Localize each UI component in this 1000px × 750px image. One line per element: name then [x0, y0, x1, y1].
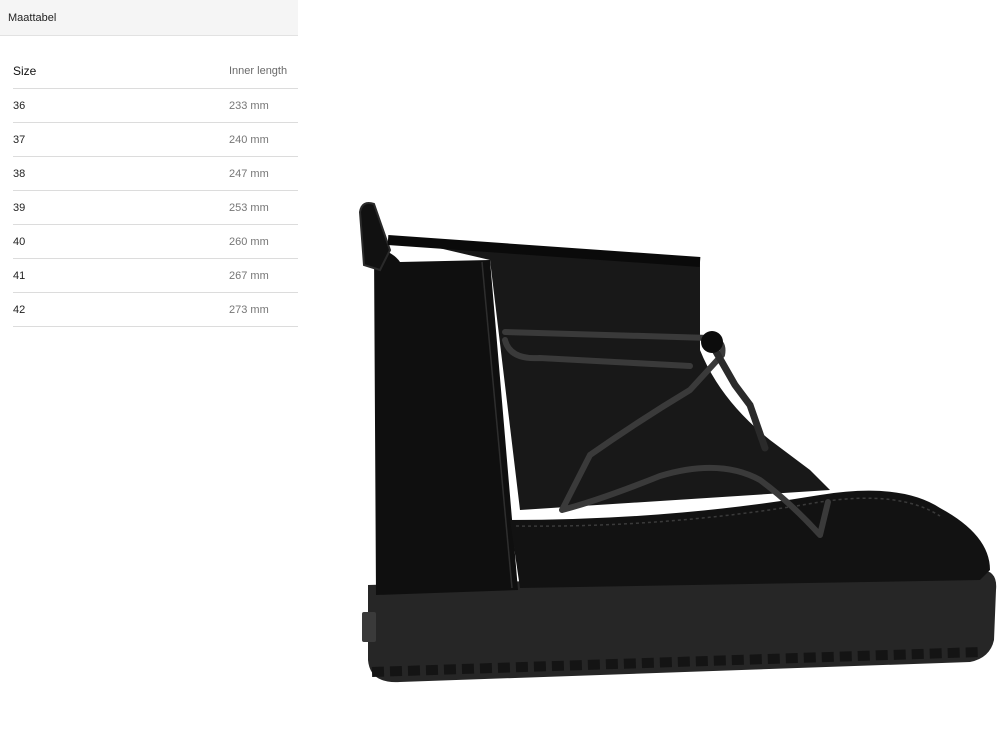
inner-length-cell: 240 mm — [229, 133, 269, 146]
size-chart-panel: Maattabel Size Inner length 36 233 mm 37… — [0, 0, 298, 750]
table-row: 40 260 mm — [13, 225, 298, 259]
table-row: 39 253 mm — [13, 191, 298, 225]
size-table: Size Inner length 36 233 mm 37 240 mm 38… — [13, 54, 298, 327]
inner-length-cell: 233 mm — [229, 99, 269, 112]
boot-product-image — [358, 202, 997, 683]
size-chart-header: Maattabel — [0, 0, 298, 36]
inner-length-cell: 253 mm — [229, 201, 269, 214]
inner-length-column-header: Inner length — [229, 65, 288, 77]
table-row: 36 233 mm — [13, 89, 298, 123]
size-cell: 36 — [13, 99, 26, 112]
table-row: 41 267 mm — [13, 259, 298, 293]
pull-tab — [358, 202, 392, 272]
size-chart-title: Maattabel — [8, 11, 57, 24]
table-row: 37 240 mm — [13, 123, 298, 157]
size-cell: 37 — [13, 133, 26, 146]
inner-length-cell: 267 mm — [229, 269, 269, 282]
size-cell: 38 — [13, 167, 26, 180]
brand-tag — [362, 612, 376, 642]
table-row: 42 273 mm — [13, 293, 298, 327]
size-table-header-row: Size Inner length — [13, 54, 298, 89]
size-cell: 39 — [13, 201, 26, 214]
table-row: 38 247 mm — [13, 157, 298, 191]
inner-length-cell: 273 mm — [229, 303, 269, 316]
size-cell: 41 — [13, 269, 26, 282]
inner-length-cell: 247 mm — [229, 167, 269, 180]
size-cell: 40 — [13, 235, 26, 248]
size-cell: 42 — [13, 303, 26, 316]
lace-toggle — [701, 331, 723, 353]
inner-length-cell: 260 mm — [229, 235, 269, 248]
size-column-header: Size — [13, 64, 37, 78]
